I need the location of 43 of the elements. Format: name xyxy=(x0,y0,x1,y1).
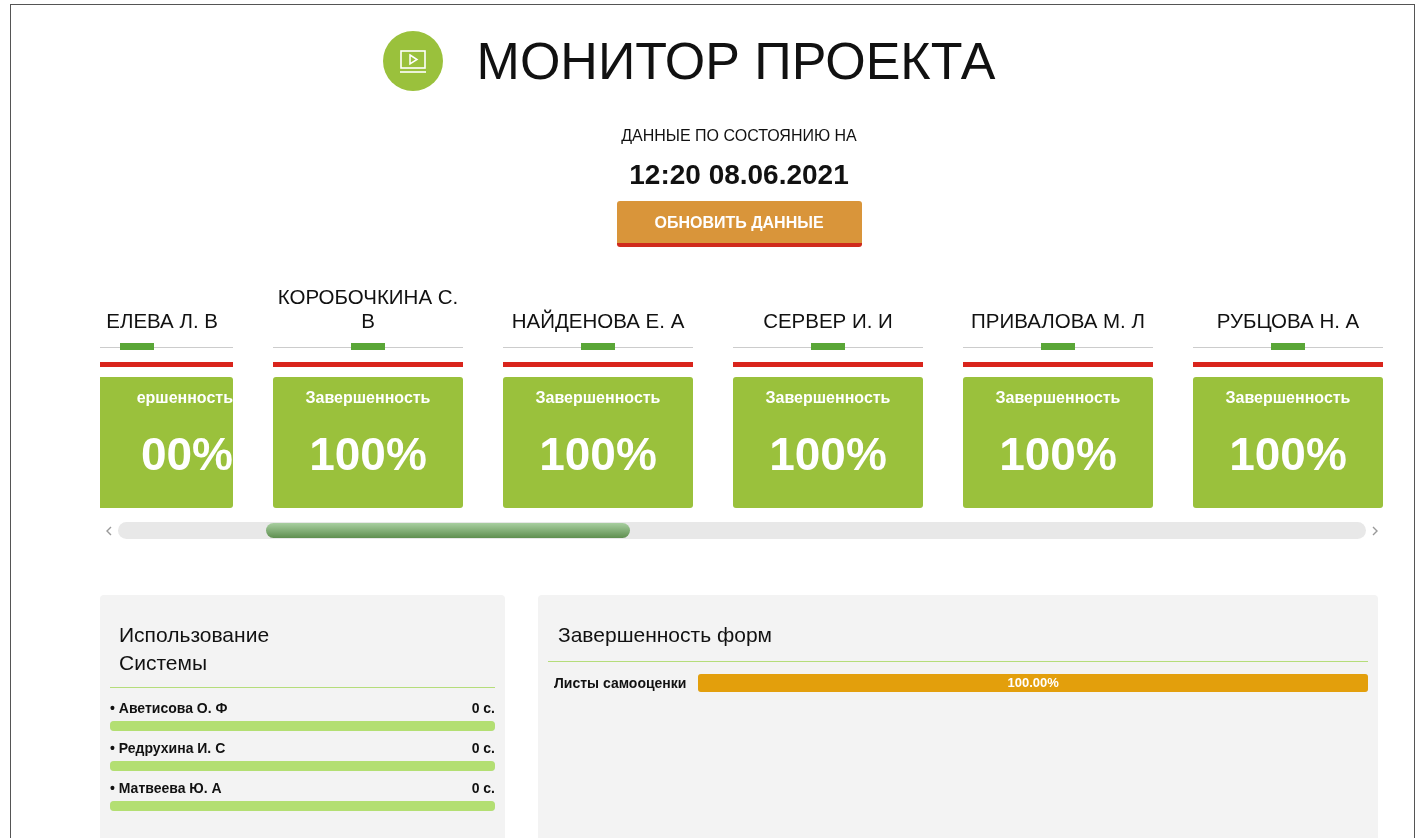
person-name: КОРОБОЧКИНА С. В xyxy=(276,285,460,333)
completion-value: 100% xyxy=(539,427,657,481)
indicator-mark xyxy=(1271,343,1305,350)
completion-value: 100% xyxy=(769,427,887,481)
user-name: • Матвеева Ю. А xyxy=(110,780,222,796)
progress-value: 100.00% xyxy=(1007,675,1059,690)
completion-value: 100% xyxy=(1229,427,1347,481)
user-name: • Редрухина И. С xyxy=(110,740,226,756)
metric-label: Завершенность xyxy=(1225,389,1351,407)
metric-label: ершенность xyxy=(136,389,233,407)
metric-label: Завершенность xyxy=(305,389,431,407)
timestamp: 12:20 08.06.2021 xyxy=(628,159,850,191)
metric-label: Завершенность xyxy=(995,389,1121,407)
refresh-button[interactable]: ОБНОВИТЬ ДАННЫЕ xyxy=(616,201,862,247)
indicator-mark xyxy=(351,343,385,350)
person-name: РУБЦОВА Н. А xyxy=(1216,309,1360,333)
completion-value: 100% xyxy=(999,427,1117,481)
person-name: НАЙДЕНОВА Е. А xyxy=(511,309,685,333)
metric-label: Завершенность xyxy=(535,389,661,407)
scroll-left-icon[interactable] xyxy=(106,525,112,536)
scrollbar-thumb[interactable] xyxy=(266,523,630,538)
indicator-mark xyxy=(581,343,615,350)
usage-time: 0 с. xyxy=(471,740,495,756)
panel-title: Завершенность форм xyxy=(557,622,773,648)
user-name: • Аветисова О. Ф xyxy=(110,700,228,716)
indicator-mark xyxy=(1041,343,1075,350)
form-label: Листы самооценки xyxy=(553,675,687,691)
person-name: ЕЛЕВА Л. В xyxy=(106,309,218,333)
usage-time: 0 с. xyxy=(471,780,495,796)
person-name: СЕРВЕР И. И xyxy=(763,309,893,333)
indicator-mark xyxy=(120,343,154,350)
metric-label: Завершенность xyxy=(765,389,891,407)
subtitle: ДАННЫЕ ПО СОСТОЯНИЮ НА xyxy=(620,127,858,145)
scroll-right-icon[interactable] xyxy=(1372,525,1378,536)
page-title: МОНИТОР ПРОЕКТА xyxy=(476,31,996,91)
monitor-play-icon xyxy=(382,31,443,91)
completion-value: 100% xyxy=(309,427,427,481)
panel-title: Использование Системы xyxy=(118,622,271,676)
completion-value: 00% xyxy=(140,427,233,481)
indicator-mark xyxy=(811,343,845,350)
scrollbar-track[interactable] xyxy=(118,522,1366,539)
usage-time: 0 с. xyxy=(471,700,495,716)
person-name: ПРИВАЛОВА М. Л xyxy=(971,309,1145,333)
